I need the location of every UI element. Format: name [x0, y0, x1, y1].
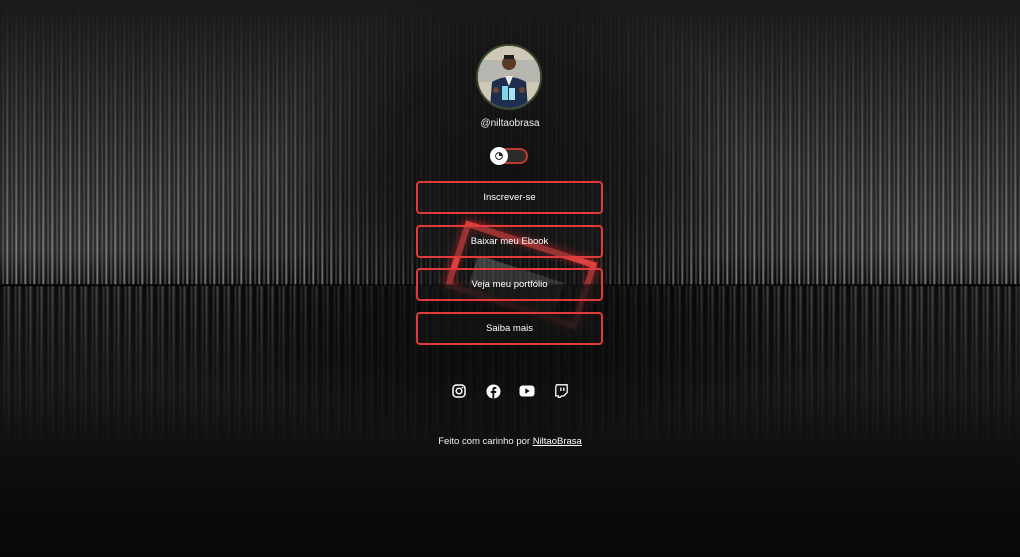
avatar — [476, 44, 542, 110]
theme-toggle[interactable] — [490, 147, 528, 165]
link-button-label: Baixar meu Ebook — [470, 236, 549, 247]
link-button-label: Veja meu portfólio — [471, 279, 548, 290]
theme-toggle-icon — [495, 152, 503, 160]
page-background: @niltaobrasa Inscrever-se Baixar meu Ebo… — [0, 0, 1020, 557]
theme-toggle-knob — [490, 147, 508, 165]
footer-author-link[interactable]: NiltaoBrasa — [533, 436, 582, 447]
link-button-inscrever[interactable]: Inscrever-se — [416, 181, 603, 214]
link-button-label: Inscrever-se — [483, 192, 536, 203]
youtube-icon[interactable] — [519, 383, 535, 399]
profile-handle: @niltaobrasa — [480, 118, 540, 129]
avatar-photo — [478, 46, 540, 108]
footer: Feito com carinho por NiltaoBrasa — [0, 436, 1020, 447]
link-button-ebook[interactable]: Baixar meu Ebook — [416, 225, 603, 258]
link-button-saiba-mais[interactable]: Saiba mais — [416, 312, 603, 345]
link-button-portfolio[interactable]: Veja meu portfólio — [416, 268, 603, 301]
instagram-icon[interactable] — [451, 383, 467, 399]
social-links — [0, 383, 1020, 399]
link-button-label: Saiba mais — [486, 323, 533, 334]
facebook-icon[interactable] — [485, 383, 501, 399]
link-page: @niltaobrasa Inscrever-se Baixar meu Ebo… — [0, 0, 1020, 557]
twitch-icon[interactable] — [553, 383, 569, 399]
footer-prefix: Feito com carinho por — [438, 436, 531, 447]
